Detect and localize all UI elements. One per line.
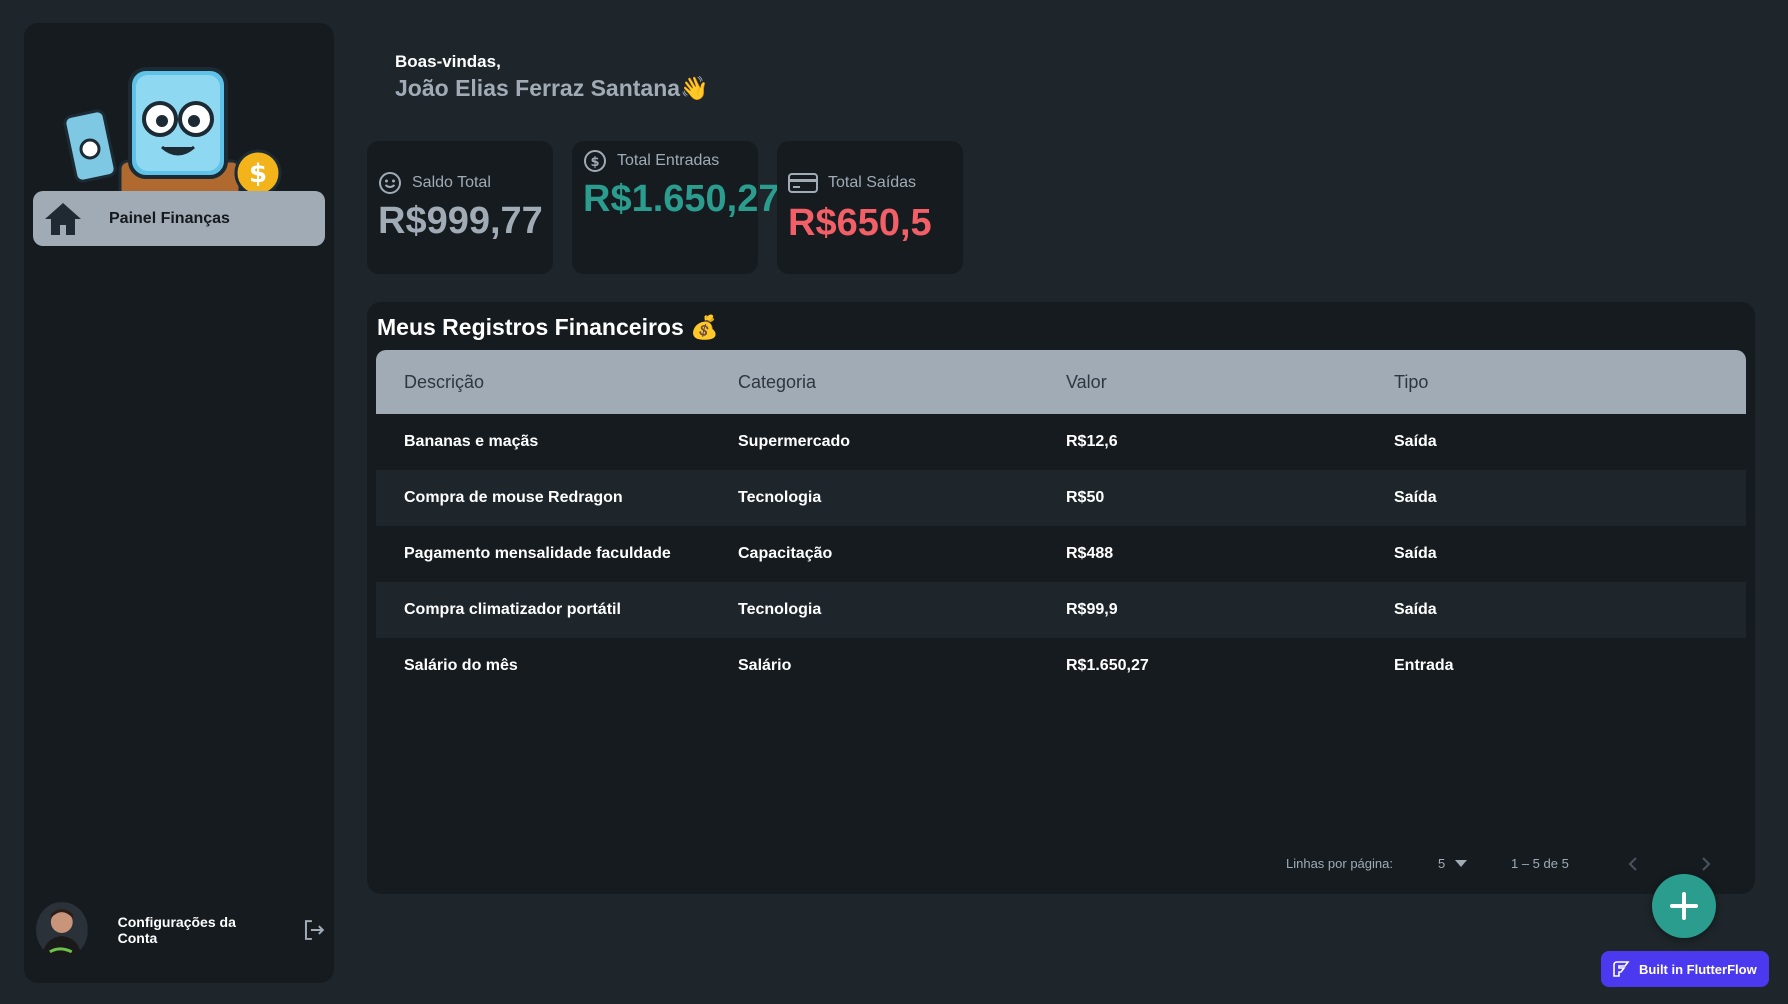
cell-tipo: Saída [1394,545,1437,562]
table-row[interactable]: Salário do mês Salário R$1.650,27 Entrad… [376,638,1746,694]
panel-title: Meus Registros Financeiros 💰 [377,314,719,341]
user-name: João Elias Ferraz Santana👋 [395,75,709,102]
card-header: Saldo Total [378,171,491,195]
sidebar-item-label: Painel Finanças [109,209,230,227]
pagination-range: 1 – 5 de 5 [1511,856,1569,871]
total-entradas-value: R$1.650,27 [583,178,780,220]
smiley-icon [379,172,401,194]
svg-text:$: $ [249,159,267,189]
cell-categoria: Capacitação [738,545,833,562]
cell-descricao: Bananas e maçãs [404,433,539,450]
card-header: Total Saídas [788,171,916,195]
flutterflow-badge[interactable]: Built in FlutterFlow [1601,951,1769,987]
sidebar: $ Painel Finanças Configurações da Conta [24,23,334,983]
table-header: Descrição Categoria Valor Tipo [376,350,1746,414]
column-header-tipo[interactable]: Tipo [1394,372,1428,393]
cell-valor: R$1.650,27 [1066,657,1149,674]
avatar [36,902,88,958]
column-header-categoria[interactable]: Categoria [738,372,816,393]
cell-tipo: Entrada [1394,657,1454,674]
rows-per-page-value: 5 [1438,856,1446,871]
table-row[interactable]: Pagamento mensalidade faculdade Capacita… [376,526,1746,582]
cell-valor: R$12,6 [1066,433,1118,450]
column-header-valor[interactable]: Valor [1066,372,1107,393]
money-bag-emoji: 💰 [690,314,719,340]
cell-tipo: Saída [1394,489,1437,506]
home-icon [45,202,81,235]
caret-down-icon [1455,860,1468,867]
card-label: Saldo Total [412,174,491,191]
card-total-saidas: Total Saídas R$650,5 [777,141,963,274]
cell-descricao: Compra de mouse Redragon [404,489,623,506]
user-name-text: João Elias Ferraz Santana [395,75,681,101]
table-body: Bananas e maçãs Supermercado R$12,6 Saíd… [376,414,1746,694]
cell-tipo: Saída [1394,433,1437,450]
cell-descricao: Pagamento mensalidade faculdade [404,545,671,562]
rows-per-page-select[interactable]: 5 [1438,856,1468,871]
card-total-entradas: $ Total Entradas R$1.650,27 [572,141,780,274]
panel-title-text: Meus Registros Financeiros [377,314,684,340]
cell-categoria: Tecnologia [738,601,822,618]
card-label: Total Saídas [828,174,917,191]
pagination: Linhas por página: 5 1 – 5 de 5 [367,854,1755,874]
cell-valor: R$488 [1066,545,1114,562]
add-record-button[interactable] [1652,874,1716,938]
svg-text:$: $ [590,155,599,170]
card-header: $ Total Entradas [583,149,719,173]
cell-categoria: Salário [738,657,792,674]
sidebar-item-painel-financas[interactable]: Painel Finanças [33,191,325,246]
cell-categoria: Tecnologia [738,489,822,506]
cell-descricao: Salário do mês [404,657,518,674]
logout-icon[interactable] [302,918,326,942]
chevron-left-icon[interactable] [1624,854,1642,874]
flutterflow-logo-icon [1613,961,1630,977]
cell-valor: R$99,9 [1066,601,1118,618]
app-root: $ Painel Finanças Configurações da Conta [0,0,1788,1004]
cell-categoria: Supermercado [738,433,851,450]
column-header-descricao[interactable]: Descrição [404,372,484,393]
plus-icon [1670,892,1698,920]
cell-descricao: Compra climatizador portátil [404,601,621,618]
cell-tipo: Saída [1394,601,1437,618]
rows-per-page-label: Linhas por página: [1286,856,1393,871]
financial-records-panel: Meus Registros Financeiros 💰 Descrição C… [367,302,1755,894]
wave-emoji: 👋 [680,75,709,101]
saldo-total-value: R$999,77 [378,200,543,242]
dollar-circle-icon: $ [584,150,606,172]
account-settings[interactable]: Configurações da Conta [36,899,326,961]
greeting-text: Boas-vindas, [395,52,501,71]
account-settings-label: Configurações da Conta [117,914,236,946]
table-row[interactable]: Bananas e maçãs Supermercado R$12,6 Saíd… [376,414,1746,470]
cell-valor: R$50 [1066,489,1105,506]
credit-card-icon [788,173,818,193]
total-saidas-value: R$650,5 [788,202,932,244]
card-label: Total Entradas [617,152,720,169]
flutterflow-badge-label: Built in FlutterFlow [1639,961,1757,977]
chevron-right-icon[interactable] [1697,854,1715,874]
table-row[interactable]: Compra climatizador portátil Tecnologia … [376,582,1746,638]
table-row[interactable]: Compra de mouse Redragon Tecnologia R$50… [376,470,1746,526]
card-saldo-total: Saldo Total R$999,77 [367,141,553,274]
